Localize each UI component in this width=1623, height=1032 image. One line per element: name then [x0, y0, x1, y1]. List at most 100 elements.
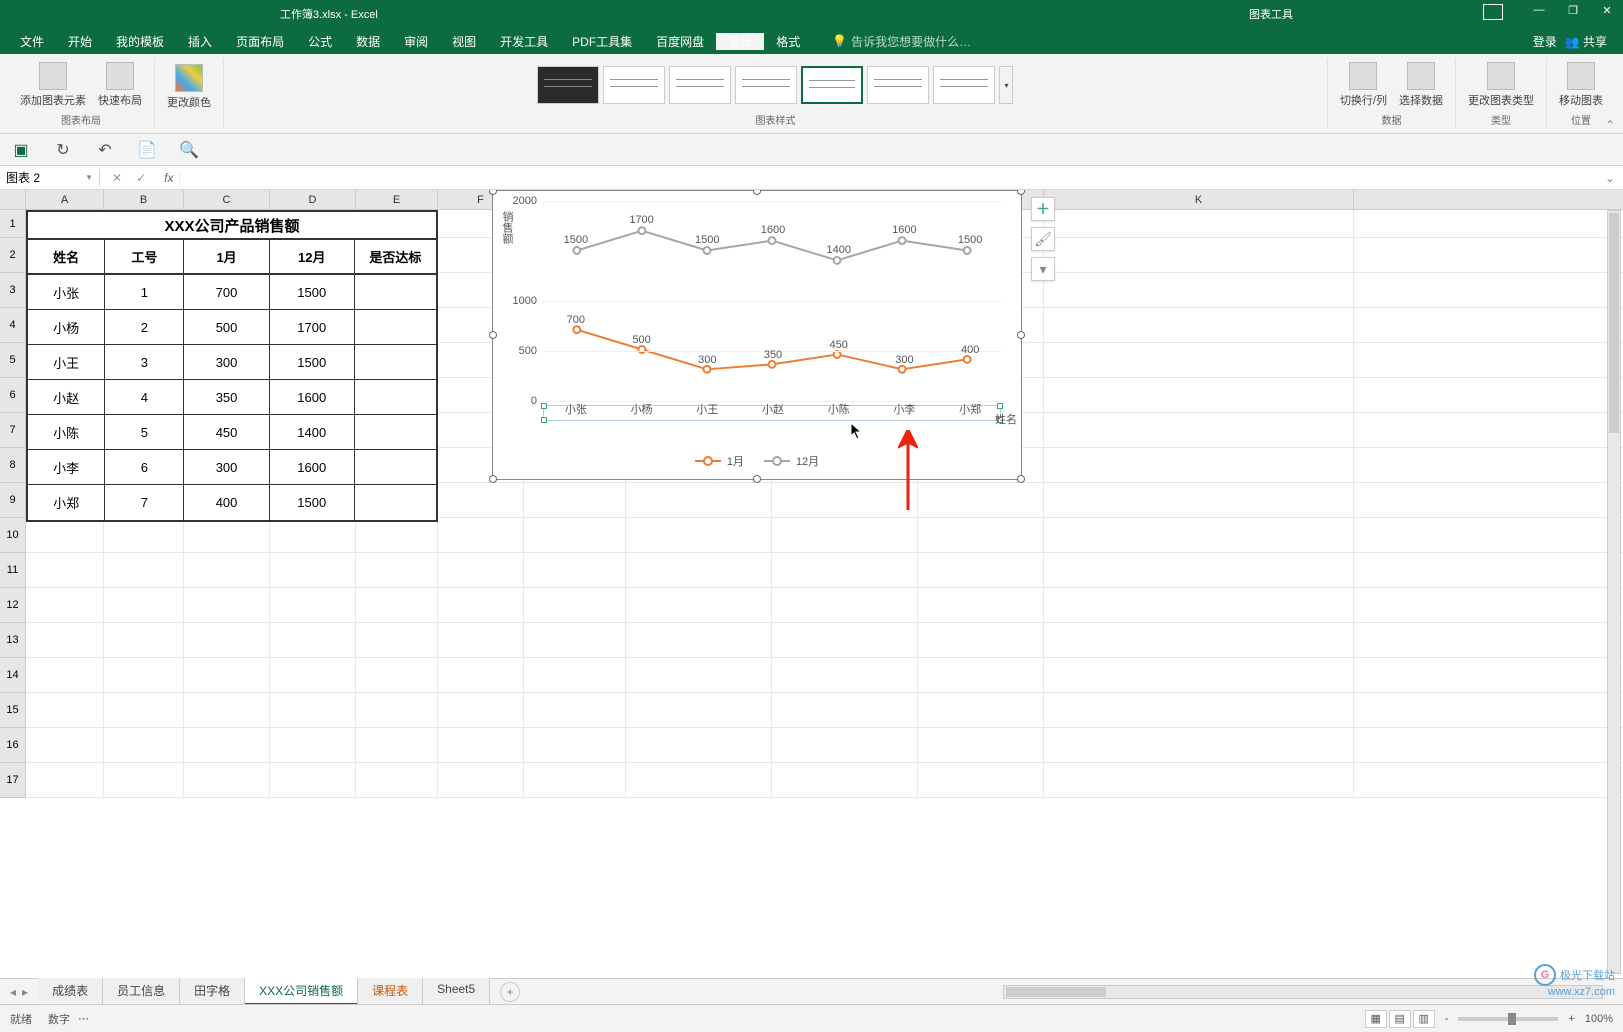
row-header-13[interactable]: 13 [0, 623, 26, 658]
sheet-tab-XXX公司销售额[interactable]: XXX公司销售额 [245, 978, 358, 1005]
row-header-15[interactable]: 15 [0, 693, 26, 728]
chart-elements-button[interactable]: ＋ [1031, 197, 1055, 221]
add-sheet-button[interactable]: + [500, 982, 520, 1002]
chart-style-1[interactable] [537, 66, 599, 104]
ribbon-tab-格式[interactable]: 格式 [764, 33, 812, 50]
chart-style-7[interactable] [933, 66, 995, 104]
table-row[interactable]: 小杨25001700 [28, 310, 436, 345]
ribbon-tab-文件[interactable]: 文件 [8, 33, 56, 50]
accept-formula-icon[interactable]: ✓ [136, 171, 146, 185]
select-data-button[interactable]: 选择数据 [1395, 58, 1447, 112]
close-button[interactable]: ✕ [1599, 4, 1615, 17]
col-header-E[interactable]: E [356, 190, 438, 209]
undo-icon[interactable]: ↶ [96, 141, 114, 159]
quick-layout-button[interactable]: 快速布局 [94, 58, 146, 112]
expand-formula-bar-icon[interactable]: ⌄ [1597, 171, 1623, 185]
ribbon-tab-百度网盘[interactable]: 百度网盘 [644, 33, 716, 50]
chart-styles-more-button[interactable]: ▾ [999, 66, 1013, 104]
col-header-B[interactable]: B [104, 190, 184, 209]
table-row[interactable]: 小张17001500 [28, 275, 436, 310]
worksheet-grid[interactable]: ABCDEFGHIJK 1234567891011121314151617 XX… [0, 190, 1623, 830]
x-axis-title[interactable]: 姓名 [995, 411, 1017, 427]
data-table[interactable]: XXX公司产品销售额 姓名工号1月12月是否达标 小张17001500小杨250… [26, 210, 438, 522]
ribbon-tab-开始[interactable]: 开始 [56, 33, 104, 50]
chart-legend[interactable]: 1月 12月 [493, 453, 1021, 469]
chart-style-4[interactable] [735, 66, 797, 104]
ribbon-display-options-icon[interactable] [1483, 4, 1503, 20]
table-row[interactable]: 小赵43501600 [28, 380, 436, 415]
name-box-dropdown-icon[interactable]: ▼ [85, 173, 93, 182]
row-header-5[interactable]: 5 [0, 343, 26, 378]
normal-view-button[interactable]: ▦ [1365, 1010, 1387, 1028]
zoom-slider[interactable] [1458, 1017, 1558, 1021]
page-layout-view-button[interactable]: ▤ [1389, 1010, 1411, 1028]
name-box[interactable]: 图表 2 ▼ [0, 169, 100, 186]
col-header-K[interactable]: K [1044, 190, 1354, 209]
save-icon[interactable]: ▣ [12, 141, 30, 159]
row-header-6[interactable]: 6 [0, 378, 26, 413]
fx-icon[interactable]: fx [158, 171, 180, 185]
row-header-14[interactable]: 14 [0, 658, 26, 693]
add-chart-element-button[interactable]: 添加图表元素 [16, 58, 90, 112]
ribbon-tab-插入[interactable]: 插入 [176, 33, 224, 50]
row-header-12[interactable]: 12 [0, 588, 26, 623]
chart-style-3[interactable] [669, 66, 731, 104]
row-header-16[interactable]: 16 [0, 728, 26, 763]
zoom-out-button[interactable]: - [1445, 1013, 1449, 1025]
col-header-A[interactable]: A [26, 190, 104, 209]
row-header-4[interactable]: 4 [0, 308, 26, 343]
row-header-10[interactable]: 10 [0, 518, 26, 553]
sheet-nav-prev-icon[interactable]: ◂ [10, 985, 16, 999]
ribbon-tab-审阅[interactable]: 审阅 [392, 33, 440, 50]
y-axis-title[interactable]: 销售额 [499, 211, 515, 244]
ribbon-tab-开发工具[interactable]: 开发工具 [488, 33, 560, 50]
table-row[interactable]: 小王33001500 [28, 345, 436, 380]
row-header-8[interactable]: 8 [0, 448, 26, 483]
print-preview-icon[interactable]: 🔍 [180, 141, 198, 159]
plot-area[interactable]: 050010002000小张小杨小王小赵小陈小李小郑70050030035045… [543, 201, 1001, 399]
sheet-tab-成绩表[interactable]: 成绩表 [38, 978, 103, 1005]
chart-style-2[interactable] [603, 66, 665, 104]
sheet-tab-员工信息[interactable]: 员工信息 [103, 978, 180, 1005]
move-chart-button[interactable]: 移动图表 [1555, 58, 1607, 112]
ribbon-tab-设计[interactable]: 设计 [716, 33, 764, 50]
ribbon-tab-我的模板[interactable]: 我的模板 [104, 33, 176, 50]
sheet-tab-Sheet5[interactable]: Sheet5 [423, 978, 490, 1005]
chart-style-5[interactable] [801, 66, 863, 104]
maximize-button[interactable]: ❐ [1565, 4, 1581, 17]
switch-row-col-button[interactable]: 切换行/列 [1336, 58, 1391, 112]
row-header-2[interactable]: 2 [0, 238, 26, 273]
change-colors-button[interactable]: 更改颜色 [163, 60, 215, 114]
horizontal-scrollbar[interactable] [1003, 985, 1603, 999]
cancel-formula-icon[interactable]: ✕ [112, 171, 122, 185]
chart-object[interactable]: 销售额 050010002000小张小杨小王小赵小陈小李小郑7005003003… [492, 190, 1022, 480]
row-header-9[interactable]: 9 [0, 483, 26, 518]
table-row[interactable]: 小郑74001500 [28, 485, 436, 520]
page-break-view-button[interactable]: ▥ [1413, 1010, 1435, 1028]
sheet-tab-田字格[interactable]: 田字格 [180, 978, 245, 1005]
share-button[interactable]: 👥 共享 [1565, 33, 1607, 50]
status-overflow-icon[interactable]: ⋯ [78, 1012, 89, 1025]
ribbon-tab-PDF工具集[interactable]: PDF工具集 [560, 33, 644, 50]
horizontal-scrollbar-thumb[interactable] [1006, 987, 1106, 997]
zoom-level[interactable]: 100% [1585, 1013, 1613, 1025]
zoom-in-button[interactable]: + [1568, 1013, 1574, 1025]
chart-styles-button[interactable]: 🖌 [1031, 227, 1055, 251]
vertical-scrollbar-thumb[interactable] [1609, 213, 1619, 433]
row-header-1[interactable]: 1 [0, 210, 26, 238]
ribbon-tab-视图[interactable]: 视图 [440, 33, 488, 50]
ribbon-tab-页面布局[interactable]: 页面布局 [224, 33, 296, 50]
chart-style-6[interactable] [867, 66, 929, 104]
ribbon-tab-公式[interactable]: 公式 [296, 33, 344, 50]
legend-item-2[interactable]: 12月 [764, 453, 819, 469]
row-header-3[interactable]: 3 [0, 273, 26, 308]
row-header-11[interactable]: 11 [0, 553, 26, 588]
col-header-D[interactable]: D [270, 190, 356, 209]
table-row[interactable]: 小陈54501400 [28, 415, 436, 450]
ribbon-tab-数据[interactable]: 数据 [344, 33, 392, 50]
collapse-ribbon-button[interactable]: ⌃ [1605, 118, 1615, 132]
login-link[interactable]: 登录 [1533, 33, 1557, 50]
select-all-corner[interactable] [0, 190, 26, 209]
table-row[interactable]: 小李63001600 [28, 450, 436, 485]
col-header-C[interactable]: C [184, 190, 270, 209]
